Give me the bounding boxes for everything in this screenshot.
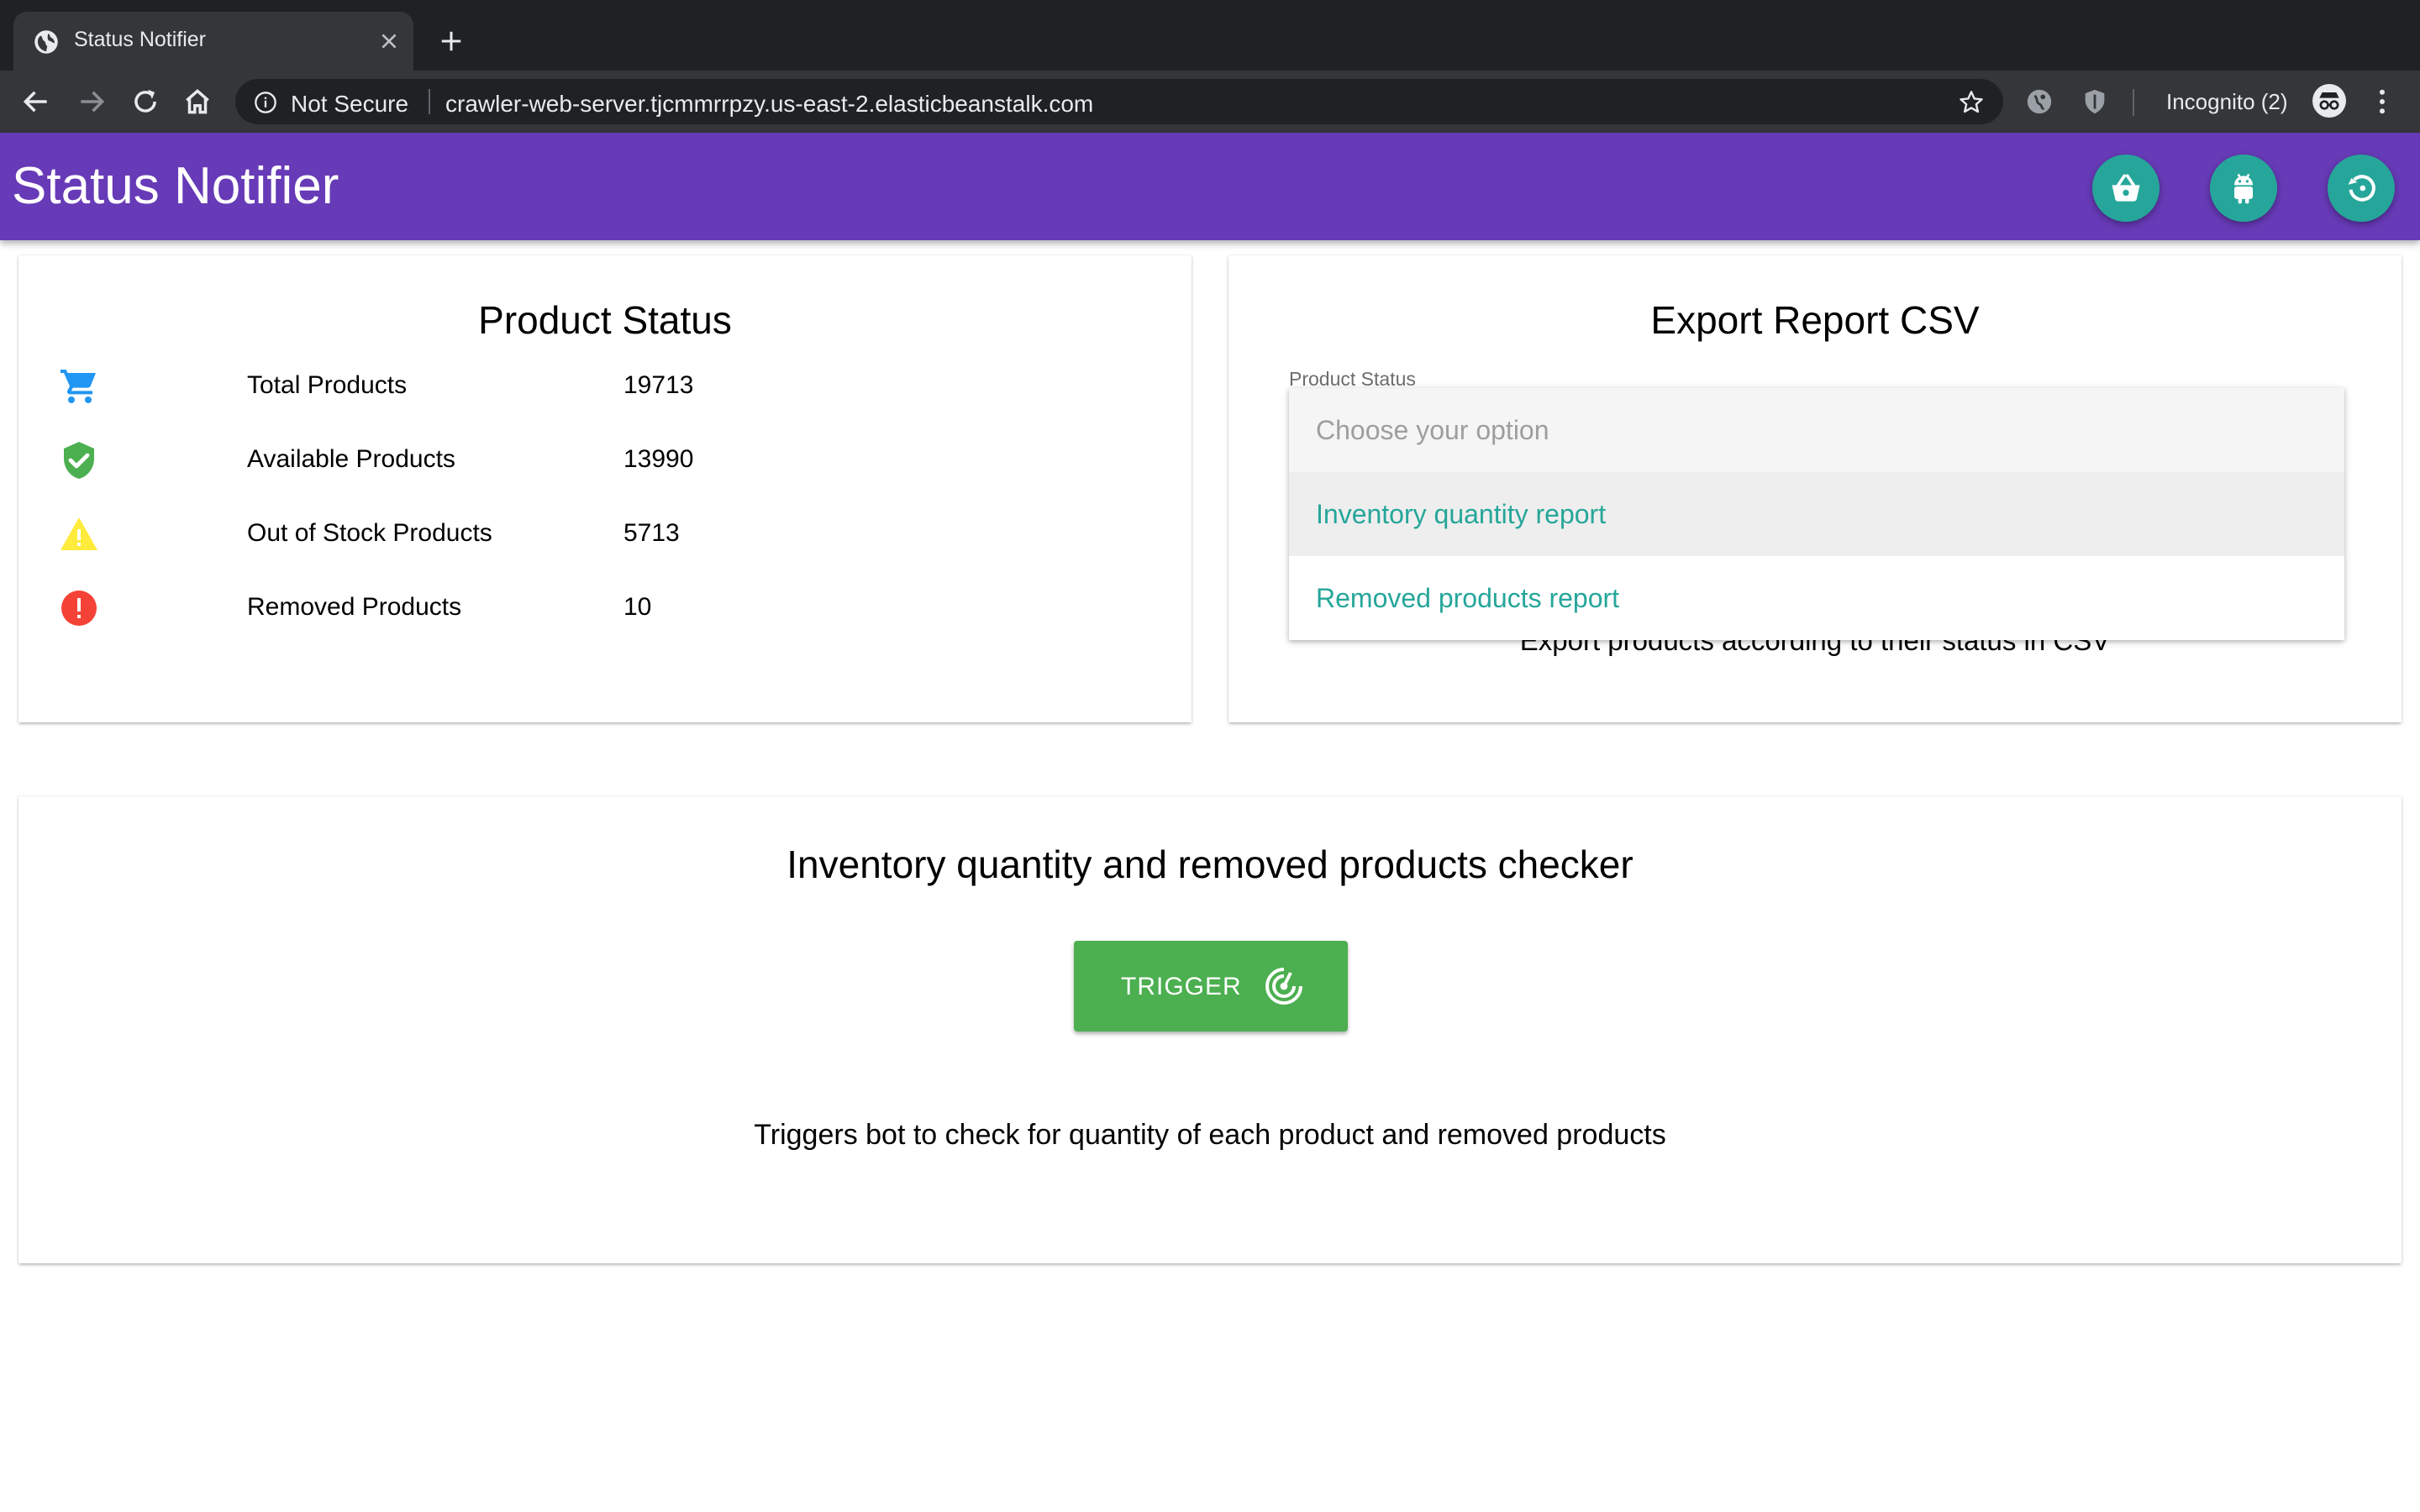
status-value: 5713 xyxy=(623,519,680,547)
browser-tab[interactable]: Status Notifier xyxy=(13,12,413,71)
dropdown-option-label: Inventory quantity report xyxy=(1316,499,1607,529)
dropdown-placeholder-text: Choose your option xyxy=(1316,415,1549,445)
page-root: Status Notifier Not Secure crawler-web-s… xyxy=(0,0,2420,1512)
android-icon xyxy=(2234,173,2253,204)
trigger-button-label: TRIGGER xyxy=(1121,973,1242,1000)
dropdown-option-removed[interactable]: Removed products report xyxy=(1289,556,2344,640)
globe-icon xyxy=(34,30,58,54)
dropdown-option-label: Removed products report xyxy=(1316,583,1620,613)
status-label: Total Products xyxy=(247,371,408,399)
restore-icon xyxy=(2348,175,2375,202)
checker-card: Inventory quantity and removed products … xyxy=(18,796,2402,1263)
status-row-out-of-stock: Out of Stock Products 5713 xyxy=(18,506,1192,556)
tab-title: Status Notifier xyxy=(74,28,207,51)
product-status-field-label: Product Status xyxy=(1289,368,1416,390)
forward-arrow-icon[interactable] xyxy=(76,86,108,118)
restore-button[interactable] xyxy=(2328,155,2395,222)
basket-icon xyxy=(2112,174,2140,202)
app-title[interactable]: Status Notifier xyxy=(12,156,339,216)
radar-icon xyxy=(1265,968,1302,1005)
error-icon xyxy=(61,591,97,626)
status-label: Out of Stock Products xyxy=(247,519,492,547)
product-status-card: Product Status Total Products 19713 Avai… xyxy=(18,255,1192,722)
cart-icon xyxy=(60,370,96,403)
status-row-removed: Removed Products 10 xyxy=(18,580,1192,630)
more-vert-icon[interactable] xyxy=(2370,86,2395,118)
warning-icon xyxy=(60,517,97,550)
url-text[interactable]: crawler-web-server.tjcmmrrpzy.us-east-2.… xyxy=(445,91,1093,118)
dropdown-placeholder: Choose your option xyxy=(1289,388,2344,472)
status-label: Removed Products xyxy=(247,593,462,621)
status-row-available: Available Products 13990 xyxy=(18,432,1192,482)
status-value: 19713 xyxy=(623,371,694,399)
browser-tab-strip: Status Notifier xyxy=(0,0,2420,71)
security-label: Not Secure xyxy=(291,91,409,117)
omnibox-divider xyxy=(429,89,430,114)
checker-title: Inventory quantity and removed products … xyxy=(786,843,1634,886)
status-row-total: Total Products 19713 xyxy=(18,358,1192,408)
checker-description: Triggers bot to check for quantity of ea… xyxy=(754,1119,1666,1151)
trigger-button[interactable]: TRIGGER xyxy=(1074,941,1348,1032)
home-icon[interactable] xyxy=(182,86,213,118)
info-icon[interactable] xyxy=(254,91,277,114)
extension-icon[interactable] xyxy=(2025,87,2054,116)
status-value: 10 xyxy=(623,593,652,621)
product-status-dropdown[interactable]: Choose your option Inventory quantity re… xyxy=(1289,388,2344,640)
new-tab-icon[interactable] xyxy=(439,29,464,54)
export-report-title: Export Report CSV xyxy=(1650,298,1980,342)
browser-toolbar: Not Secure crawler-web-server.tjcmmrrpzy… xyxy=(0,71,2420,133)
status-value: 13990 xyxy=(623,445,694,473)
reload-icon[interactable] xyxy=(129,86,161,118)
app-bar: Status Notifier xyxy=(0,133,2420,240)
export-report-card: Export Report CSV Product Status Export … xyxy=(1228,255,2402,722)
bookmark-star-icon[interactable] xyxy=(1958,89,1985,116)
close-icon[interactable] xyxy=(378,30,400,52)
basket-button[interactable] xyxy=(2092,155,2160,222)
verified-shield-icon xyxy=(64,442,94,479)
incognito-avatar[interactable] xyxy=(2312,84,2346,118)
address-bar[interactable]: Not Secure crawler-web-server.tjcmmrrpzy… xyxy=(235,79,2003,124)
status-label: Available Products xyxy=(247,445,455,473)
product-status-title: Product Status xyxy=(478,298,732,342)
dropdown-option-inventory[interactable]: Inventory quantity report xyxy=(1289,472,2344,556)
toolbar-divider xyxy=(2133,89,2134,116)
shield-extension-icon[interactable] xyxy=(2081,87,2109,116)
incognito-icon xyxy=(2319,92,2339,110)
incognito-label[interactable]: Incognito (2) xyxy=(2166,89,2288,115)
back-arrow-icon[interactable] xyxy=(20,86,52,118)
android-button[interactable] xyxy=(2210,155,2277,222)
